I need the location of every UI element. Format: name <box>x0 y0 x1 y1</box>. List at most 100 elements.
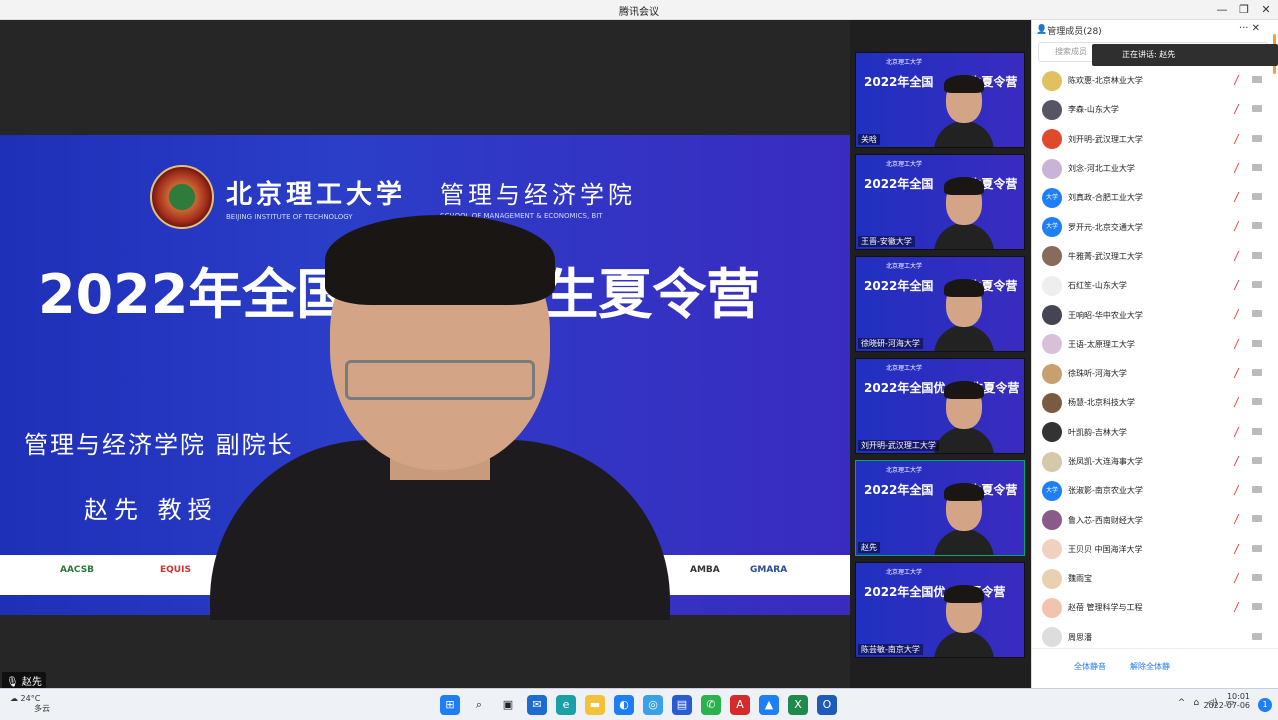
camera-icon[interactable] <box>1252 134 1262 142</box>
thumb-logo: 北京理工大学 <box>886 569 923 576</box>
member-name: 徐珠听-河海大学 <box>1068 369 1127 379</box>
mic-muted-icon[interactable] <box>1233 104 1247 115</box>
list-item[interactable]: 魏雨宝 <box>1032 564 1272 593</box>
video-thumbnail[interactable]: 北京理工大学 2022年全国优 夏令营 陈芸敏-南京大学 <box>855 562 1025 658</box>
video-thumbnail[interactable]: 北京理工大学 2022年全国 学生夏令营 王晋-安徽大学 <box>855 154 1025 250</box>
folder-icon[interactable]: ▬ <box>585 695 605 715</box>
list-item[interactable]: 徐珠听-河海大学 <box>1032 359 1272 388</box>
list-item[interactable]: 牛雅菁-武汉理工大学 <box>1032 242 1272 271</box>
mic-muted-icon[interactable] <box>1233 543 1247 554</box>
camera-icon[interactable] <box>1252 339 1262 347</box>
search-placeholder: 搜索成员 <box>1055 47 1087 56</box>
edge-icon[interactable]: e <box>556 695 576 715</box>
participant-name: 王晋-安徽大学 <box>858 236 915 247</box>
mic-muted-icon[interactable] <box>1233 309 1247 320</box>
outlook-icon[interactable]: O <box>817 695 837 715</box>
mic-muted-icon[interactable] <box>1233 367 1247 378</box>
list-item[interactable]: 大学 罗开元-北京交通大学 <box>1032 212 1272 241</box>
network-icon[interactable]: ⌂ <box>1193 698 1199 708</box>
excel-icon[interactable]: X <box>788 695 808 715</box>
camera-icon[interactable] <box>1252 368 1262 376</box>
mute-all-button[interactable]: 全体静音 <box>1074 661 1106 672</box>
pdf-icon[interactable]: A <box>730 695 750 715</box>
start-icon[interactable]: ⊞ <box>440 695 460 715</box>
wechat-icon[interactable]: ✆ <box>701 695 721 715</box>
camera-icon[interactable] <box>1252 544 1262 552</box>
notification-icon[interactable]: 1 <box>1258 698 1272 712</box>
minimize-button[interactable]: — <box>1214 2 1230 18</box>
list-item[interactable]: 张凤凯-大连海事大学 <box>1032 447 1272 476</box>
mic-muted-icon[interactable] <box>1233 338 1247 349</box>
video-thumbnail[interactable]: 北京理工大学 2022年全国 学生夏令营 关晗 <box>855 52 1025 148</box>
mic-muted-icon[interactable] <box>1233 280 1247 291</box>
browser-icon[interactable]: ◎ <box>643 695 663 715</box>
mic-muted-icon[interactable] <box>1233 485 1247 496</box>
list-item[interactable]: 王贝贝 中国海洋大学 <box>1032 535 1272 564</box>
mic-muted-icon[interactable] <box>1233 573 1247 584</box>
list-item[interactable]: 大学 张淑影-南京农业大学 <box>1032 476 1272 505</box>
camera-icon[interactable] <box>1252 515 1262 523</box>
close-button[interactable]: ✕ <box>1258 2 1274 18</box>
more-icon[interactable]: ··· ✕ <box>1239 23 1260 34</box>
mic-muted-icon[interactable] <box>1233 162 1247 173</box>
list-item[interactable]: 刘念-河北工业大学 <box>1032 154 1272 183</box>
mic-muted-icon[interactable] <box>1233 192 1247 203</box>
list-item[interactable]: 石红笙-山东大学 <box>1032 271 1272 300</box>
camera-icon[interactable] <box>1252 251 1262 259</box>
camera-icon[interactable] <box>1252 76 1262 83</box>
camera-icon[interactable] <box>1252 281 1262 289</box>
mic-muted-icon[interactable] <box>1233 75 1247 85</box>
video-thumbnail-active-speaker[interactable]: 北京理工大学 2022年全国 学生夏令营 赵先 <box>855 460 1025 556</box>
list-item[interactable]: 赵蓓 管理科学与工程 <box>1032 593 1272 622</box>
camera-icon[interactable] <box>1252 163 1262 171</box>
camera-icon[interactable] <box>1252 105 1262 113</box>
window-title: 腾讯会议 <box>619 7 659 18</box>
member-name: 石红笙-山东大学 <box>1068 281 1127 291</box>
camera-icon[interactable] <box>1252 486 1262 494</box>
mic-muted-icon[interactable] <box>1233 221 1247 232</box>
video-thumbnail[interactable]: 北京理工大学 2022年全国 学生夏令营 徐晓研-河海大学 <box>855 256 1025 352</box>
app-icon[interactable]: ◐ <box>614 695 634 715</box>
camera-icon[interactable] <box>1252 193 1262 201</box>
speaker-video <box>210 215 670 620</box>
camera-icon[interactable] <box>1252 310 1262 318</box>
save-icon[interactable]: ▤ <box>672 695 692 715</box>
camera-icon[interactable] <box>1252 574 1262 582</box>
member-name: 周思潘 <box>1068 632 1092 642</box>
list-item[interactable]: 杨慧-北京科技大学 <box>1032 388 1272 417</box>
list-item[interactable]: 刘开明-武汉理工大学 <box>1032 125 1272 154</box>
tencent-meeting-icon[interactable]: ▲ <box>759 695 779 715</box>
list-item[interactable]: 大学 刘真政-合肥工业大学 <box>1032 183 1272 212</box>
mic-muted-icon[interactable] <box>1233 514 1247 525</box>
mail-icon[interactable]: ✉ <box>527 695 547 715</box>
mic-muted-icon[interactable] <box>1233 602 1247 613</box>
list-item[interactable]: 陈欢惠-北京林业大学 <box>1032 66 1272 95</box>
list-item[interactable]: 叶凯韵-吉林大学 <box>1032 418 1272 447</box>
camera-icon[interactable] <box>1252 456 1262 464</box>
unmute-all-button[interactable]: 解除全体静 <box>1130 661 1170 672</box>
search-icon[interactable]: ⌕ <box>469 695 489 715</box>
mic-muted-icon[interactable] <box>1233 397 1247 408</box>
chevron-up-icon[interactable]: ^ <box>1178 698 1186 708</box>
list-item[interactable]: 王语-太原理工大学 <box>1032 330 1272 359</box>
temperature: 24°C <box>20 694 41 703</box>
weather-widget[interactable]: ☁ 24°C 多云 <box>10 694 50 714</box>
mic-muted-icon[interactable] <box>1233 250 1247 261</box>
camera-icon[interactable] <box>1252 603 1262 611</box>
mic-muted-icon[interactable] <box>1233 133 1247 144</box>
restore-button[interactable]: ❐ <box>1236 2 1252 18</box>
list-item[interactable]: 王响昭-华中农业大学 <box>1032 300 1272 329</box>
clock[interactable]: 10:01 2022-07-06 <box>1204 692 1251 710</box>
mic-muted-icon[interactable] <box>1233 426 1247 437</box>
camera-icon[interactable] <box>1252 632 1262 640</box>
cloud-icon: ☁ <box>10 694 21 703</box>
video-thumbnail[interactable]: 北京理工大学 2022年全国优 学生夏令营 刘开明-武汉理工大学 <box>855 358 1025 454</box>
list-item[interactable]: 鲁入芯-西南财经大学 <box>1032 505 1272 534</box>
camera-icon[interactable] <box>1252 398 1262 406</box>
main-video[interactable]: 北京理工大学 BEIJING INSTITUTE OF TECHNOLOGY 管… <box>0 20 850 688</box>
list-item[interactable]: 李森-山东大学 <box>1032 95 1272 124</box>
camera-icon[interactable] <box>1252 427 1262 435</box>
task-view-icon[interactable]: ▣ <box>498 695 518 715</box>
camera-icon[interactable] <box>1252 222 1262 230</box>
mic-muted-icon[interactable] <box>1233 455 1247 466</box>
